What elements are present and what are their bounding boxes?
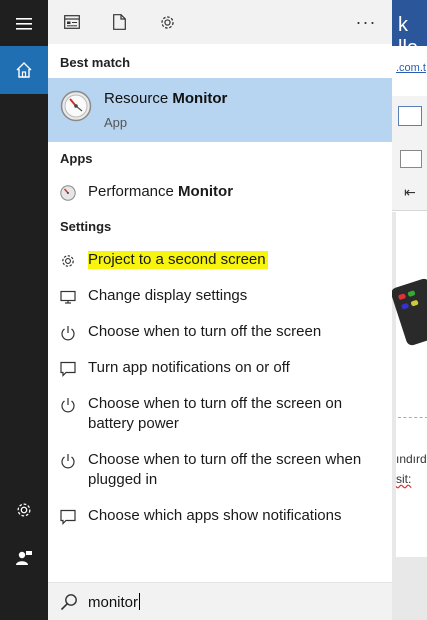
left-rail (0, 0, 48, 620)
message-icon (60, 361, 76, 377)
apps-filter-icon (64, 15, 80, 29)
text-caret (139, 593, 141, 610)
setting-turn-off-screen-battery[interactable]: Choose when to turn off the screen on ba… (48, 394, 392, 436)
setting-label: Project to a second screen (88, 250, 384, 270)
setting-project-second-screen[interactable]: Project to a second screen (48, 250, 392, 272)
setting-label: Turn app notifications on or off (88, 359, 290, 376)
setting-apps-show-notifications[interactable]: Choose which apps show notifications (48, 506, 392, 528)
best-match-item[interactable]: Resource Monitor App (48, 78, 392, 142)
gear-icon (62, 255, 74, 267)
feedback-button[interactable] (0, 534, 48, 582)
home-button[interactable] (0, 46, 48, 94)
resource-monitor-icon (60, 90, 92, 122)
home-icon (16, 62, 32, 78)
best-match-subtitle: App (104, 115, 128, 130)
message-icon (60, 509, 76, 525)
search-input[interactable]: monitor (88, 593, 141, 611)
setting-label: Choose which apps show notifications (88, 507, 342, 524)
background-window: k lle .com.t ⇤ ındırd sit: (392, 0, 427, 620)
app-item-label: Performance Monitor (88, 183, 234, 200)
document-icon (112, 14, 126, 30)
setting-label: Change display settings (88, 287, 248, 304)
setting-app-notifications[interactable]: Turn app notifications on or off (48, 358, 392, 380)
background-text-1: ındırd (396, 452, 427, 466)
setting-label: Choose when to turn off the screen when … (88, 451, 362, 488)
display-icon (60, 290, 76, 304)
app-item-performance-monitor[interactable]: Performance Monitor (48, 182, 392, 204)
gear-icon (17, 503, 31, 517)
performance-monitor-icon (60, 185, 76, 201)
setting-turn-off-screen-plugged[interactable]: Choose when to turn off the screen when … (48, 450, 392, 492)
best-match-title: Resource Monitor (104, 90, 228, 107)
search-icon (60, 594, 77, 611)
more-options-button[interactable]: ··· (344, 0, 388, 44)
background-title-fragment: k lle (398, 14, 419, 59)
background-paper: ındırd sit: (392, 212, 427, 557)
filter-settings-button[interactable] (145, 0, 189, 44)
filter-toolbar: ··· (48, 0, 392, 44)
section-apps: Apps (60, 151, 93, 166)
gear-icon (160, 15, 174, 29)
ribbon-list-icon (400, 150, 422, 168)
search-panel: ··· Best match Resource Monitor App Apps… (48, 0, 392, 620)
ellipsis-icon: ··· (355, 11, 377, 32)
section-settings: Settings (60, 219, 112, 234)
background-ribbon: ⇤ (392, 96, 427, 211)
background-page-area: ındırd sit: (392, 212, 427, 620)
power-icon (61, 454, 75, 469)
hamburger-menu-button[interactable] (0, 0, 48, 48)
setting-change-display[interactable]: Change display settings (48, 286, 392, 308)
section-best-match: Best match (60, 55, 131, 70)
remote-control-image (392, 277, 427, 347)
background-link-fragment: .com.t (396, 62, 426, 74)
background-text-2: sit: (396, 472, 412, 486)
filter-apps-button[interactable] (50, 0, 94, 44)
power-icon (61, 326, 75, 341)
hamburger-icon (16, 18, 32, 30)
feedback-icon (16, 551, 32, 565)
dashed-divider (398, 417, 427, 418)
settings-button[interactable] (0, 486, 48, 534)
setting-turn-off-screen[interactable]: Choose when to turn off the screen (48, 322, 392, 344)
power-icon (61, 398, 75, 413)
setting-label: Choose when to turn off the screen (88, 323, 322, 340)
background-window-titlebar: k lle (392, 0, 427, 59)
ribbon-layout-icon (398, 106, 422, 126)
search-box[interactable]: monitor (48, 582, 392, 620)
setting-label: Choose when to turn off the screen on ba… (88, 395, 343, 432)
filter-documents-button[interactable] (97, 0, 141, 44)
ribbon-indent-icon: ⇤ (404, 184, 416, 200)
search-highlight: Project to a second screen (88, 251, 268, 269)
